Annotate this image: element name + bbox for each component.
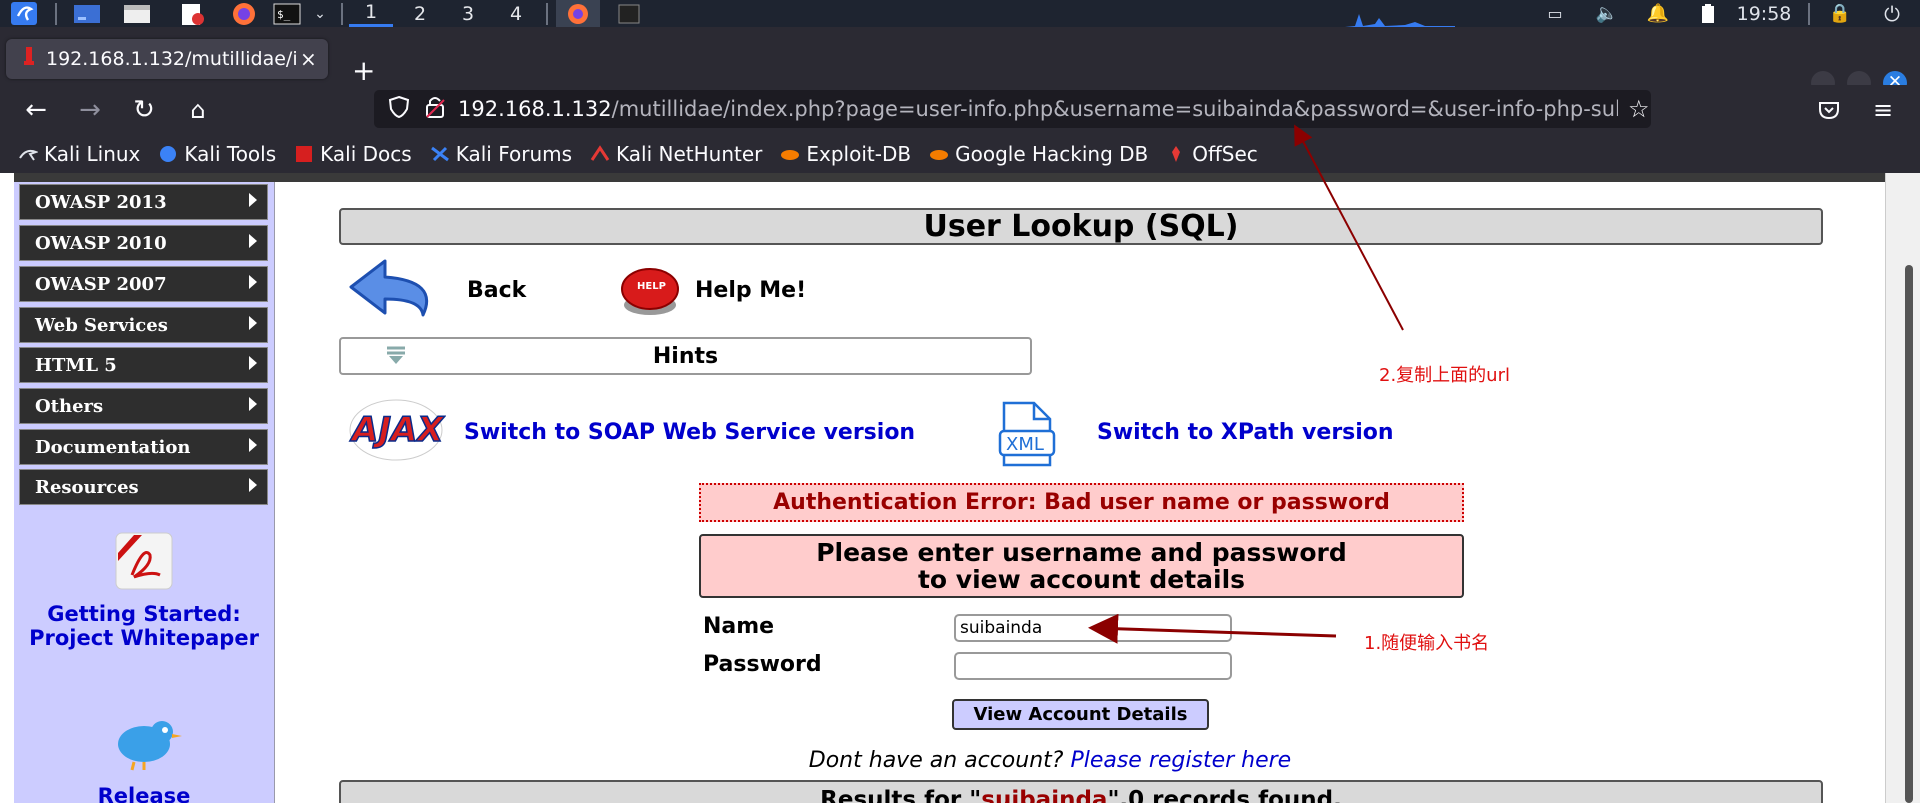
annotation-arrow-name bbox=[1088, 613, 1337, 644]
annotation-arrows bbox=[1088, 124, 1404, 644]
annotation-arrow-url bbox=[1294, 124, 1404, 331]
